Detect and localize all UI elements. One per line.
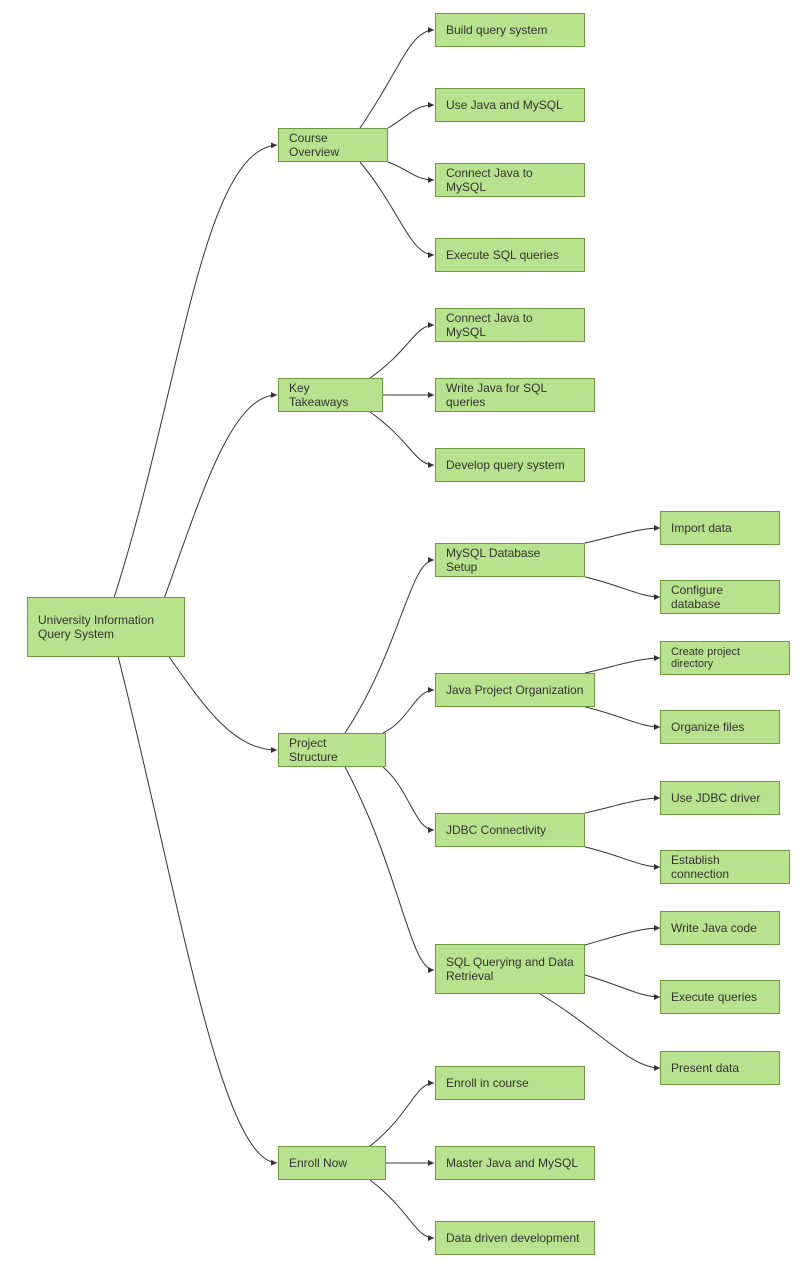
leaf-label: Execute queries xyxy=(671,990,757,1004)
leaf-jdbc-driver: Use JDBC driver xyxy=(660,781,780,815)
leaf-develop-query: Develop query system xyxy=(435,448,585,482)
sub-label: Java Project Organization xyxy=(446,683,583,697)
sub-sql-query: SQL Querying and Data Retrieval xyxy=(435,944,585,994)
leaf-label: Write Java for SQL queries xyxy=(446,381,584,409)
leaf-use-java-mysql: Use Java and MySQL xyxy=(435,88,585,122)
leaf-execute-queries: Execute queries xyxy=(660,980,780,1014)
leaf-label: Organize files xyxy=(671,720,744,734)
sub-java-org: Java Project Organization xyxy=(435,673,595,707)
branch-course-overview: Course Overview xyxy=(278,128,388,162)
leaf-label: Configure database xyxy=(671,583,769,611)
root-node: University Information Query System xyxy=(27,597,185,657)
leaf-write-java: Write Java code xyxy=(660,911,780,945)
leaf-establish-conn: Establish connection xyxy=(660,850,790,884)
leaf-label: Build query system xyxy=(446,23,547,37)
leaf-label: Master Java and MySQL xyxy=(446,1156,578,1170)
leaf-connect-java-mysql2: Connect Java to MySQL xyxy=(435,308,585,342)
branch-project-structure: Project Structure xyxy=(278,733,386,767)
leaf-present-data: Present data xyxy=(660,1051,780,1085)
leaf-connect-java-mysql: Connect Java to MySQL xyxy=(435,163,585,197)
sub-mysql-setup: MySQL Database Setup xyxy=(435,543,585,577)
leaf-data-driven-dev: Data driven development xyxy=(435,1221,595,1255)
leaf-label: Execute SQL queries xyxy=(446,248,559,262)
leaf-label: Enroll in course xyxy=(446,1076,529,1090)
leaf-label: Connect Java to MySQL xyxy=(446,311,574,339)
key-takeaways-label: Key Takeaways xyxy=(289,381,372,409)
leaf-label: Create project directory xyxy=(671,646,779,670)
sub-jdbc: JDBC Connectivity xyxy=(435,813,585,847)
leaf-organize-files: Organize files xyxy=(660,710,780,744)
leaf-import-data: Import data xyxy=(660,511,780,545)
sub-label: JDBC Connectivity xyxy=(446,823,546,837)
leaf-label: Use Java and MySQL xyxy=(446,98,563,112)
leaf-enroll-course: Enroll in course xyxy=(435,1066,585,1100)
leaf-master-java-mysql: Master Java and MySQL xyxy=(435,1146,595,1180)
branch-enroll-now: Enroll Now xyxy=(278,1146,386,1180)
course-overview-label: Course Overview xyxy=(289,131,377,159)
leaf-label: Data driven development xyxy=(446,1231,579,1245)
leaf-configure-db: Configure database xyxy=(660,580,780,614)
sub-label: SQL Querying and Data Retrieval xyxy=(446,955,574,983)
leaf-label: Import data xyxy=(671,521,732,535)
branch-key-takeaways: Key Takeaways xyxy=(278,378,383,412)
leaf-label: Present data xyxy=(671,1061,739,1075)
enroll-now-label: Enroll Now xyxy=(289,1156,347,1170)
leaf-label: Use JDBC driver xyxy=(671,791,760,805)
leaf-write-java-sql: Write Java for SQL queries xyxy=(435,378,595,412)
leaf-label: Develop query system xyxy=(446,458,565,472)
sub-label: MySQL Database Setup xyxy=(446,546,574,574)
project-structure-label: Project Structure xyxy=(289,736,375,764)
leaf-execute-sql: Execute SQL queries xyxy=(435,238,585,272)
root-label: University Information Query System xyxy=(38,613,174,641)
leaf-label: Connect Java to MySQL xyxy=(446,166,574,194)
leaf-label: Establish connection xyxy=(671,853,779,881)
leaf-create-proj-dir: Create project directory xyxy=(660,641,790,675)
leaf-build-query: Build query system xyxy=(435,13,585,47)
leaf-label: Write Java code xyxy=(671,921,757,935)
